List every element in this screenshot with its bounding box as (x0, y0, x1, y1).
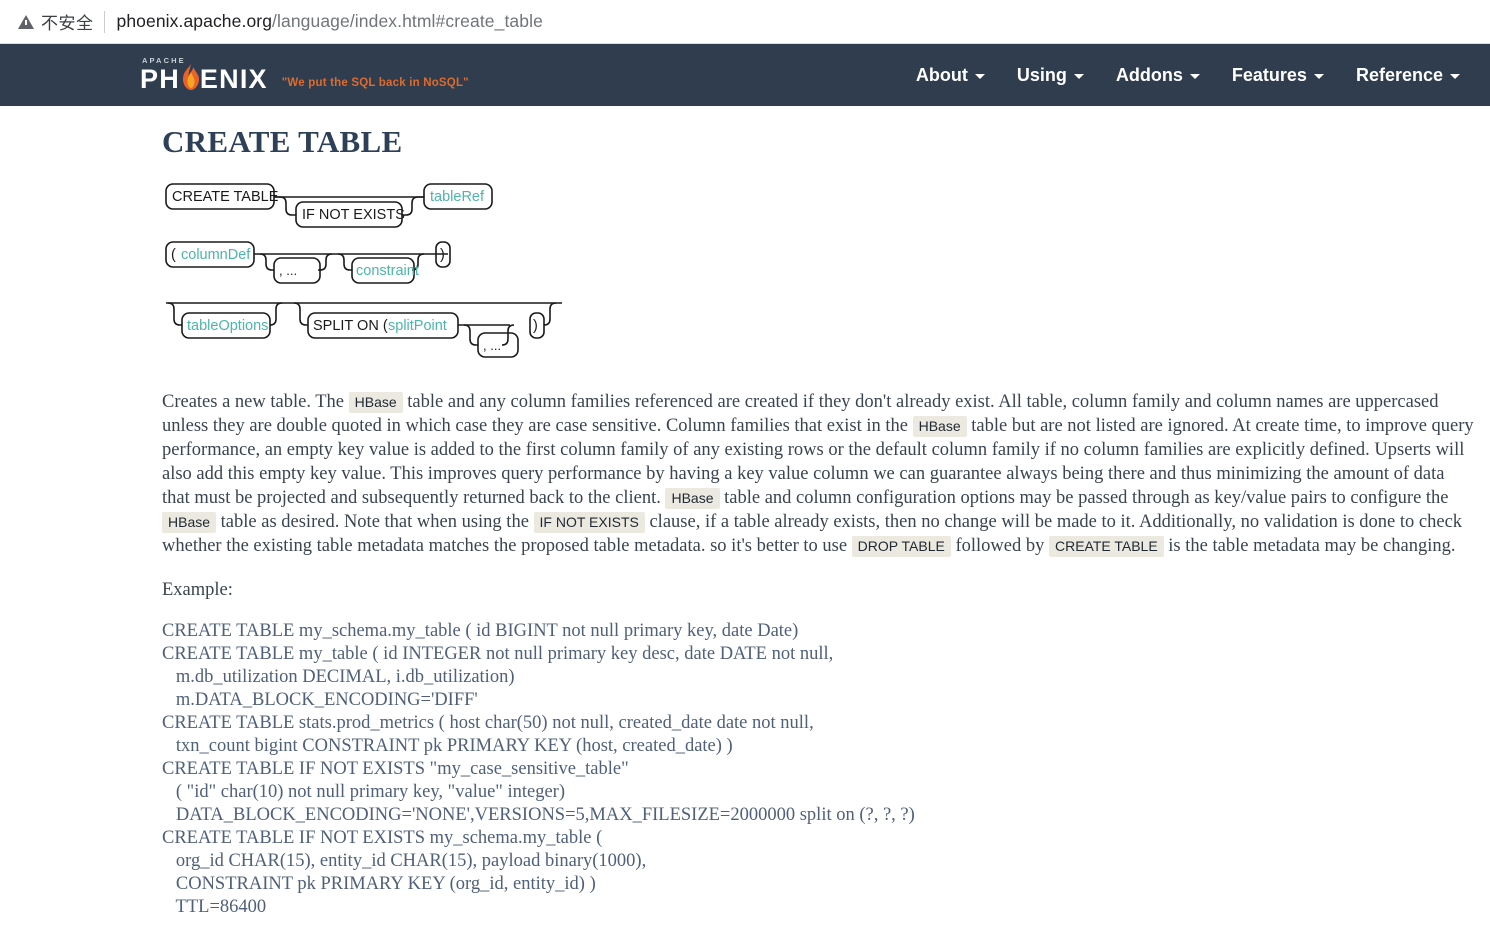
page-content: CREATE TABLE CREATE TABLE IF NOT EXISTS … (0, 124, 1490, 919)
inline-code: HBase (162, 512, 217, 533)
url-divider (103, 10, 105, 33)
page-title: CREATE TABLE (162, 124, 403, 159)
brand-logo[interactable]: APACHE PH ENIX "We put the SQL back in No… (140, 57, 469, 93)
logo-ph: PH (140, 63, 180, 94)
nav-item-about-label: About (915, 64, 968, 85)
railroad-diagram-row-1: CREATE TABLE IF NOT EXISTS tableRef (162, 176, 1476, 236)
railroad-svg-1: CREATE TABLE IF NOT EXISTS tableRef (165, 183, 493, 228)
nav-item-addons-label: Addons (1115, 64, 1183, 85)
rr-label-loop-comma-3: , ... (483, 338, 501, 353)
example-code-block: CREATE TABLE my_schema.my_table ( id BIG… (162, 620, 915, 917)
railroad-svg-3: tableOptions SPLIT ON ( splitPoint , ...… (166, 302, 562, 358)
chevron-down-icon (1073, 74, 1084, 79)
nav-item-about[interactable]: About (916, 65, 985, 86)
rr-label-loop-comma-2: , ... (279, 263, 297, 278)
chevron-down-icon (1450, 74, 1460, 79)
rr-label-close-paren-2: ) (440, 247, 445, 263)
chevron-down-icon (1189, 74, 1200, 79)
rr-label-table-ref[interactable]: tableRef (430, 189, 485, 205)
inline-code: HBase (665, 488, 720, 509)
rr-label-create-table: CREATE TABLE (172, 189, 279, 205)
rr-label-table-options[interactable]: tableOptions (187, 318, 268, 334)
url-path: /language/index.html#create_table (272, 11, 543, 31)
inline-code: DROP TABLE (851, 536, 951, 557)
nav-item-addons[interactable]: Addons (1116, 65, 1200, 86)
railroad-diagram-row-2: ( columnDef , ... constraint ) (162, 236, 1476, 298)
rr-label-open-paren: ( (171, 247, 176, 263)
railroad-svg-2: ( columnDef , ... constraint ) (165, 241, 451, 284)
example-label: Example: (162, 580, 233, 600)
nav-item-using-label: Using (1016, 64, 1067, 85)
rr-label-if-not-exists: IF NOT EXISTS (302, 207, 405, 223)
site-header: APACHE PH ENIX "We put the SQL back in No… (0, 44, 1490, 106)
security-indicator[interactable]: 不安全 (18, 9, 94, 34)
warning-triangle-icon (18, 14, 34, 29)
inline-code: HBase (348, 392, 403, 413)
description-paragraph: Creates a new table. The HBase table and… (162, 392, 1474, 557)
nav-item-features[interactable]: Features (1232, 65, 1324, 86)
logo-phoenix-text: PH ENIX (140, 63, 268, 94)
inline-code: IF NOT EXISTS (533, 512, 645, 533)
chevron-down-icon (974, 74, 985, 79)
flame-icon (180, 64, 200, 92)
rr-label-constraint[interactable]: constraint (356, 263, 419, 279)
rr-label-split-on: SPLIT ON ( (313, 318, 388, 334)
railroad-diagram-row-3: tableOptions SPLIT ON ( splitPoint , ...… (162, 298, 1476, 378)
main-navigation: About Using Addons Features Reference (916, 65, 1476, 86)
logo-block: APACHE PH ENIX (140, 57, 268, 93)
inline-code: HBase (912, 416, 967, 437)
nav-item-features-label: Features (1231, 64, 1307, 85)
chevron-down-icon (1313, 74, 1324, 79)
rr-label-column-def[interactable]: columnDef (181, 247, 251, 263)
inline-code: CREATE TABLE (1048, 536, 1164, 557)
url-text[interactable]: phoenix.apache.org/language/index.html#c… (117, 11, 543, 32)
rr-label-close-paren-3: ) (533, 318, 538, 334)
nav-item-reference-label: Reference (1355, 64, 1443, 85)
security-label: 不安全 (41, 14, 94, 33)
url-host: phoenix.apache.org (116, 11, 273, 31)
brand-tagline: "We put the SQL back in NoSQL" (281, 76, 469, 89)
rr-label-split-point[interactable]: splitPoint (388, 318, 447, 334)
browser-address-bar[interactable]: 不安全 phoenix.apache.org/language/index.ht… (0, 0, 1490, 44)
nav-item-using[interactable]: Using (1017, 65, 1084, 86)
nav-item-reference[interactable]: Reference (1356, 65, 1460, 86)
logo-enix: ENIX (199, 63, 268, 94)
